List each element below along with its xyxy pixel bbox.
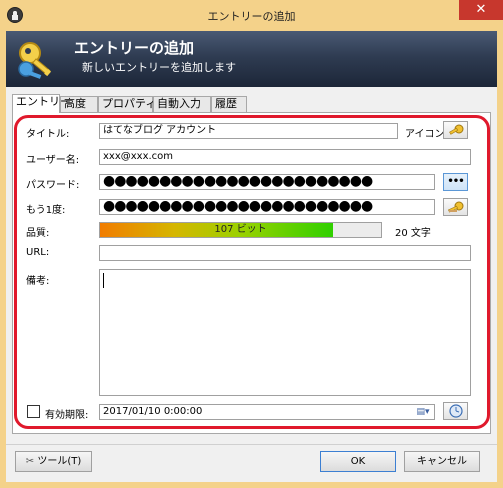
password-label: パスワード: [26,180,80,191]
quality-bits: 107 ビット [214,224,267,235]
window-title: エントリーの追加 [207,10,296,23]
char-count: 20 文字 [395,228,431,239]
url-label: URL: [26,247,50,258]
username-field[interactable]: xxx@xxx.com [99,149,471,165]
key-icon [448,124,463,135]
expiry-checkbox[interactable] [27,405,40,418]
cancel-button[interactable]: キャンセル [404,451,480,472]
header-banner: エントリーの追加 新しいエントリーを追加します [6,31,497,87]
tab-properties[interactable]: プロパティ [98,96,156,112]
toggle-password-button[interactable]: ••• [443,173,468,191]
icon-label: アイコン: [405,129,448,140]
notes-field[interactable] [99,269,471,396]
title-bar: エントリーの追加 ✕ [0,0,503,31]
repeat-label: もう1度: [26,205,66,216]
footer-separator [6,444,497,445]
ok-button[interactable]: OK [320,451,396,472]
dialog-client: エントリーの追加 新しいエントリーを追加します エントリー 高度 プロパティ 自… [6,31,497,482]
tools-button[interactable]: ✂ ツール(T) [15,451,92,472]
clock-icon [448,404,463,418]
text-caret [103,273,104,288]
tab-autotype[interactable]: 自動入力 [153,96,211,112]
password-field[interactable]: ●●●●●●●●●●●●●●●●●●●●●●●● [99,174,435,190]
username-label: ユーザー名: [26,155,80,166]
tools-icon: ✂ [25,456,35,467]
notes-label: 備考: [26,276,50,287]
title-label: タイトル: [26,129,70,140]
icon-picker-button[interactable] [443,121,468,139]
expiry-presets-button[interactable] [443,402,468,420]
calendar-dropdown-icon[interactable]: ▤▾ [412,405,434,419]
tab-history[interactable]: 履歴 [211,96,247,112]
tab-entry[interactable]: エントリー [12,94,71,113]
quality-label: 品質: [26,228,50,239]
keys-icon [18,42,52,79]
banner-title: エントリーの追加 [74,39,195,57]
tools-button-label: ツール(T) [37,456,82,467]
close-button[interactable]: ✕ [459,0,503,20]
expiry-date-value: 2017/01/10 0:00:00 [103,406,203,417]
banner-subtitle: 新しいエントリーを追加します [82,61,236,74]
password-generator-button[interactable] [443,198,468,216]
repeat-password-field[interactable]: ●●●●●●●●●●●●●●●●●●●●●●●● [99,199,435,215]
quality-bar: 107 ビット [99,222,382,238]
key-wand-icon [447,201,463,213]
expiry-label: 有効期限: [45,410,89,421]
url-field[interactable] [99,245,471,261]
title-field[interactable]: はてなブログ アカウント [99,123,398,139]
expiry-date-field[interactable]: 2017/01/10 0:00:00 ▤▾ [99,404,435,420]
